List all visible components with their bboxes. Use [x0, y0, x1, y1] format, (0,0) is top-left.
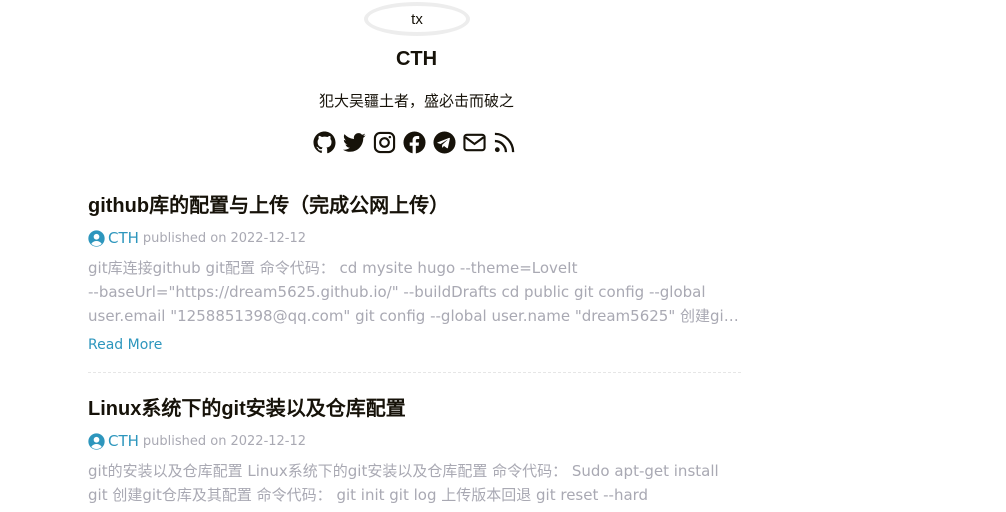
summary-line: user.email "1258851398@qq.com" git confi… — [88, 307, 741, 325]
post-date: 2022-12-12 — [230, 230, 307, 246]
post-divider — [88, 372, 741, 373]
published-label: published on — [142, 230, 227, 246]
user-circle-icon — [88, 432, 105, 450]
post-summary: git库连接github git配置 命令代码： cd mysite hugo … — [88, 256, 741, 328]
summary-line: --baseUrl="https://dream5625.github.io/"… — [88, 283, 706, 301]
page: tx CTH 犯大吴疆土者，盛必击而破之 github库的配置与上传（完成公网上… — [0, 0, 1006, 512]
instagram-icon[interactable] — [373, 131, 396, 154]
github-icon[interactable] — [313, 131, 336, 154]
post-meta: CTH published on 2022-12-12 — [88, 228, 741, 248]
avatar-alt-text: tx — [411, 10, 423, 28]
read-more-link[interactable]: Read More — [88, 337, 162, 353]
summary-line: git的安装以及仓库配置 Linux系统下的git安装以及仓库配置 命令代码： … — [88, 462, 719, 480]
telegram-icon[interactable] — [433, 131, 456, 154]
profile-name: CTH — [395, 48, 438, 70]
profile-subtitle: 犯大吴疆土者，盛必击而破之 — [318, 92, 514, 110]
post-date: 2022-12-12 — [230, 433, 307, 449]
post-summary: git的安装以及仓库配置 Linux系统下的git安装以及仓库配置 命令代码： … — [88, 459, 741, 507]
twitter-icon[interactable] — [343, 131, 366, 154]
avatar[interactable]: tx — [364, 2, 470, 36]
email-icon[interactable] — [463, 131, 486, 154]
post-card: Linux系统下的git安装以及仓库配置 CTH published on 20… — [88, 395, 741, 507]
author-link[interactable]: CTH — [108, 432, 139, 450]
author-link[interactable]: CTH — [108, 229, 139, 247]
post-meta: CTH published on 2022-12-12 — [88, 431, 741, 451]
summary-line: git 创建git仓库及其配置 命令代码： git init git log 上… — [88, 486, 649, 504]
post-title[interactable]: github库的配置与上传（完成公网上传） — [88, 192, 741, 220]
post-card: github库的配置与上传（完成公网上传） CTH published on 2… — [88, 192, 741, 353]
rss-icon[interactable] — [493, 131, 516, 154]
user-circle-icon — [88, 229, 105, 247]
facebook-icon[interactable] — [403, 131, 426, 154]
social-links — [313, 131, 516, 154]
published-label: published on — [142, 433, 227, 449]
summary-line: git库连接github git配置 命令代码： cd mysite hugo … — [88, 259, 578, 277]
post-title[interactable]: Linux系统下的git安装以及仓库配置 — [88, 395, 741, 423]
